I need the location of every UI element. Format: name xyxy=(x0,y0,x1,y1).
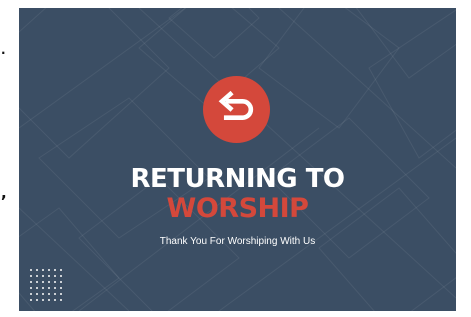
return-arrow-icon xyxy=(218,90,254,121)
background-pattern xyxy=(19,8,456,311)
dot-grid-decoration xyxy=(28,267,62,301)
edge-period: . xyxy=(1,43,6,57)
subtitle: Thank You For Worshiping With Us xyxy=(159,236,316,247)
edge-comma: , xyxy=(1,184,7,202)
return-badge xyxy=(203,76,270,143)
slide-image: RETURNING TO WORSHIP Thank You For Worsh… xyxy=(19,8,456,311)
page: . , RETURNING TO WORSHIP Thank You For W… xyxy=(0,0,471,317)
title-worship: WORSHIP xyxy=(166,193,309,224)
title-returning-to: RETURNING TO xyxy=(130,164,345,194)
